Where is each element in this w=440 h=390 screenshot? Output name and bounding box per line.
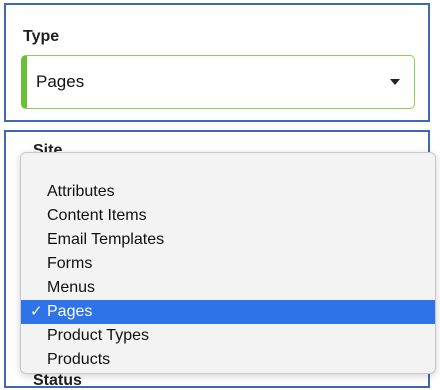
status-label: Status (33, 372, 82, 388)
dropdown-item-product-types[interactable]: Product Types (21, 324, 435, 348)
dropdown-list: Attributes Content Items Email Templates… (21, 180, 435, 372)
page: Type Pages Site Status Attributes Conten… (0, 0, 440, 390)
dropdown-item-label: Pages (47, 303, 93, 320)
type-select[interactable]: Pages (21, 55, 415, 109)
dropdown-item-products[interactable]: Products (21, 348, 435, 372)
dropdown-item-label: Email Templates (47, 231, 165, 248)
checkmark-icon: ✓ (30, 303, 43, 320)
dropdown-item-label: Products (47, 351, 111, 368)
type-panel: Type Pages (4, 3, 430, 122)
type-dropdown-menu[interactable]: Attributes Content Items Email Templates… (20, 152, 436, 374)
type-label: Type (23, 28, 60, 45)
dropdown-item-content-items[interactable]: Content Items (21, 204, 435, 228)
dropdown-item-label: Menus (47, 279, 96, 296)
chevron-down-icon (390, 79, 400, 85)
dropdown-item-label: Content Items (47, 207, 147, 224)
dropdown-item-email-templates[interactable]: Email Templates (21, 228, 435, 252)
dropdown-item-label: Forms (47, 255, 93, 272)
dropdown-item-attributes[interactable]: Attributes (21, 180, 435, 204)
dropdown-item-label: Attributes (47, 183, 115, 200)
dropdown-item-menus[interactable]: Menus (21, 276, 435, 300)
dropdown-item-pages[interactable]: ✓ Pages (21, 300, 435, 324)
dropdown-item-label: Product Types (47, 327, 149, 344)
dropdown-item-forms[interactable]: Forms (21, 252, 435, 276)
type-select-value: Pages (36, 72, 85, 91)
